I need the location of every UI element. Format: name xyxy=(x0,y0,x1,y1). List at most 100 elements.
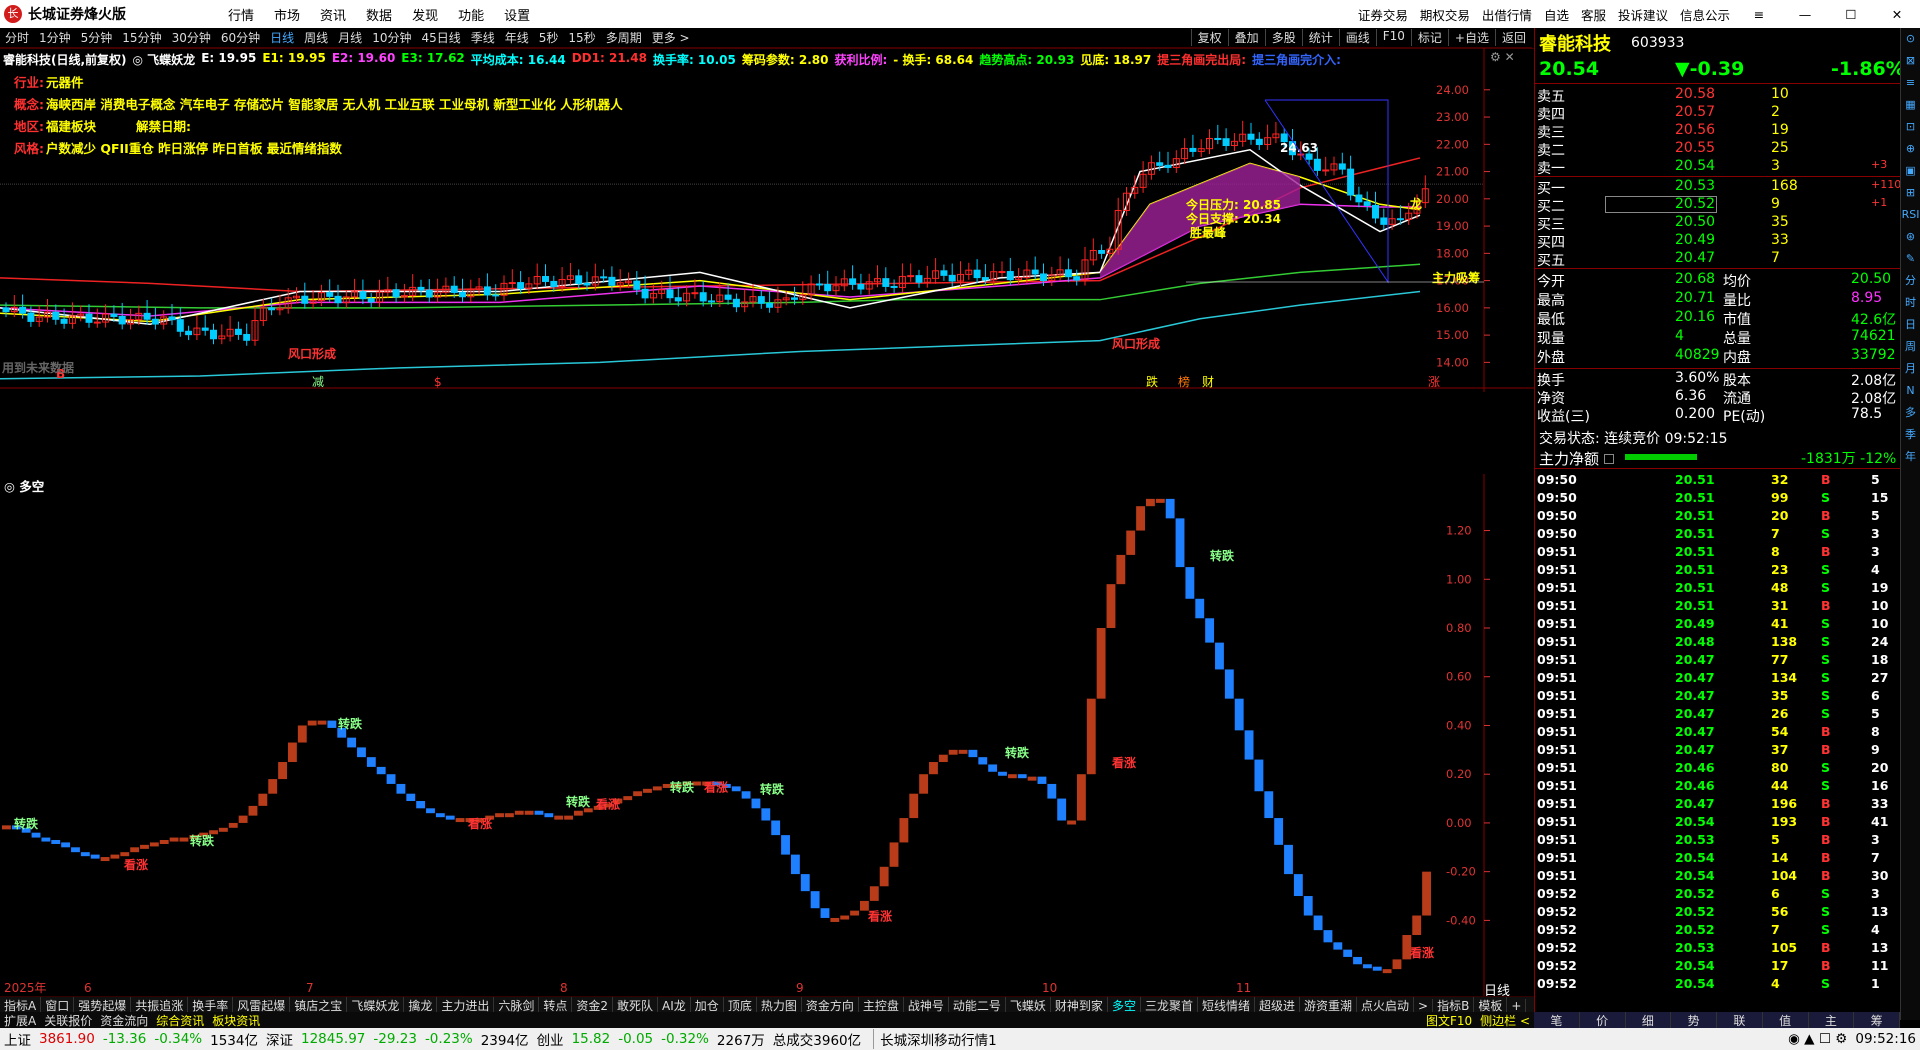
period-4[interactable]: 30分钟 xyxy=(172,29,211,46)
tick-row[interactable]: 09:51 20.47 35 S 6 xyxy=(1535,688,1901,706)
right-menu-6[interactable]: 信息公示 xyxy=(1680,5,1730,24)
tool-1[interactable]: 叠加 xyxy=(1227,29,1265,46)
tick-row[interactable]: 09:52 20.52 6 S 3 xyxy=(1535,886,1901,904)
period-3[interactable]: 15分钟 xyxy=(122,29,161,46)
period-14[interactable]: 15秒 xyxy=(568,29,595,46)
tick-row[interactable]: 09:51 20.47 26 S 5 xyxy=(1535,706,1901,724)
tick-row[interactable]: 09:52 20.54 4 S 1 xyxy=(1535,976,1901,994)
period-12[interactable]: 年线 xyxy=(505,29,529,46)
sidebar-icon-1[interactable]: ⊠ xyxy=(1901,50,1920,72)
period-5[interactable]: 60分钟 xyxy=(221,29,260,46)
sidebar-icon-13[interactable]: 日 xyxy=(1901,314,1920,336)
tool-6[interactable]: 标记 xyxy=(1410,29,1448,46)
tool-4[interactable]: 画线 xyxy=(1338,29,1376,46)
ext-tab-2[interactable]: 资金流向 xyxy=(96,1012,152,1029)
tick-row[interactable]: 09:50 20.51 32 B 5 xyxy=(1535,472,1901,490)
sh-label[interactable]: 上证 xyxy=(4,1029,31,1049)
tick-row[interactable]: 09:50 20.51 20 B 5 xyxy=(1535,508,1901,526)
rp-tab-2[interactable]: 细 xyxy=(1626,1012,1672,1028)
sidebar-icon-5[interactable]: ⊕ xyxy=(1901,138,1920,160)
sidebar-icon-12[interactable]: 时 xyxy=(1901,292,1920,314)
tick-row[interactable]: 09:50 20.51 7 S 3 xyxy=(1535,526,1901,544)
tick-row[interactable]: 09:51 20.54 14 B 7 xyxy=(1535,850,1901,868)
tick-row[interactable]: 09:51 20.51 8 B 3 xyxy=(1535,544,1901,562)
right-menu-3[interactable]: 自选 xyxy=(1544,5,1569,24)
right-menu-2[interactable]: 出借行情 xyxy=(1482,5,1532,24)
period-9[interactable]: 10分钟 xyxy=(372,29,411,46)
sidebar-icon-10[interactable]: ✎ xyxy=(1901,248,1920,270)
menu-3[interactable]: 数据 xyxy=(366,9,392,24)
right-menu-5[interactable]: 投诉建议 xyxy=(1618,5,1668,24)
sidebar-icon-14[interactable]: 周 xyxy=(1901,336,1920,358)
tick-row[interactable]: 09:51 20.47 54 B 8 xyxy=(1535,724,1901,742)
tick-row[interactable]: 09:51 20.53 5 B 3 xyxy=(1535,832,1901,850)
sidebar-icon-2[interactable]: ≡ xyxy=(1901,72,1920,94)
close-icon[interactable]: ✕ xyxy=(1880,7,1914,22)
sidebar-icon-0[interactable]: ⊙ xyxy=(1901,28,1920,50)
tick-row[interactable]: 09:51 20.46 80 S 20 xyxy=(1535,760,1901,778)
tick-row[interactable]: 09:52 20.54 17 B 11 xyxy=(1535,958,1901,976)
tick-row[interactable]: 09:51 20.47 37 B 9 xyxy=(1535,742,1901,760)
tool-5[interactable]: F10 xyxy=(1375,29,1411,46)
menu-1[interactable]: 市场 xyxy=(274,9,300,24)
tool-0[interactable]: 复权 xyxy=(1190,29,1228,46)
tab-30[interactable]: > xyxy=(1414,998,1434,1013)
tick-row[interactable]: 09:51 20.51 48 S 19 xyxy=(1535,580,1901,598)
cy-label[interactable]: 创业 xyxy=(537,1029,564,1049)
maximize-icon[interactable]: ☐ xyxy=(1834,7,1868,22)
tick-row[interactable]: 09:51 20.48 138 S 24 xyxy=(1535,634,1901,652)
ext-tab-4[interactable]: 板块资讯 xyxy=(208,1012,264,1029)
tab-33[interactable]: + xyxy=(1507,998,1527,1013)
ext-tab-1[interactable]: 关联报价 xyxy=(40,1012,96,1029)
ext-tab-3[interactable]: 综合资讯 xyxy=(152,1012,208,1029)
sidebar-icon-6[interactable]: ▣ xyxy=(1901,160,1920,182)
period-8[interactable]: 月线 xyxy=(338,29,362,46)
tool-3[interactable]: 统计 xyxy=(1301,29,1339,46)
tool-2[interactable]: 多股 xyxy=(1264,29,1302,46)
sidebar-icon-3[interactable]: ▦ xyxy=(1901,94,1920,116)
rp-tab-4[interactable]: 联 xyxy=(1717,1012,1763,1028)
tick-row[interactable]: 09:52 20.53 105 B 13 xyxy=(1535,940,1901,958)
sidebar-icon-4[interactable]: ⊡ xyxy=(1901,116,1920,138)
feed-name[interactable]: 长城深圳移动行情1 xyxy=(873,1029,997,1049)
tick-row[interactable]: 09:51 20.46 44 S 16 xyxy=(1535,778,1901,796)
tick-row[interactable]: 09:51 20.49 41 S 10 xyxy=(1535,616,1901,634)
period-2[interactable]: 5分钟 xyxy=(81,29,113,46)
header-gear-icon[interactable]: ⚙ ✕ xyxy=(1490,50,1515,64)
rp-tab-5[interactable]: 值 xyxy=(1763,1012,1809,1028)
tick-row[interactable]: 09:51 20.54 193 B 41 xyxy=(1535,814,1901,832)
sidebar-icon-7[interactable]: ⊞ xyxy=(1901,182,1920,204)
menu-6[interactable]: 设置 xyxy=(504,9,530,24)
sidebar-icon-8[interactable]: RSI xyxy=(1901,204,1920,226)
minimize-icon[interactable]: — xyxy=(1788,7,1822,22)
tool-8[interactable]: 返回 xyxy=(1494,29,1532,46)
rp-tab-6[interactable]: 主 xyxy=(1809,1012,1855,1028)
rp-tab-3[interactable]: 势 xyxy=(1671,1012,1717,1028)
rp-tab-7[interactable]: 筹 xyxy=(1854,1012,1900,1028)
sidebar-icon-18[interactable]: 季 xyxy=(1901,424,1920,446)
menu-2[interactable]: 资讯 xyxy=(320,9,346,24)
duokong-indicator-chart[interactable]: 1.20 1.00 0.80 0.60 0.40 0.20 0.00 -0.20 -0.40 转跌… xyxy=(0,474,1534,996)
menu-5[interactable]: 功能 xyxy=(458,9,484,24)
ext-right-0[interactable]: 图文F10 xyxy=(1422,1012,1476,1029)
period-11[interactable]: 季线 xyxy=(471,29,495,46)
menu-4[interactable]: 发现 xyxy=(412,9,438,24)
ext-tab-0[interactable]: 扩展A xyxy=(0,1012,40,1029)
period-6[interactable]: 日线 xyxy=(270,29,294,46)
tick-row[interactable]: 09:51 20.54 104 B 30 xyxy=(1535,868,1901,886)
tick-row[interactable]: 09:52 20.52 7 S 4 xyxy=(1535,922,1901,940)
sidebar-icon-16[interactable]: N xyxy=(1901,380,1920,402)
sidebar-icon-17[interactable]: 多 xyxy=(1901,402,1920,424)
rp-tab-1[interactable]: 价 xyxy=(1580,1012,1626,1028)
sidebar-icon-19[interactable]: 年 xyxy=(1901,446,1920,468)
menu-0[interactable]: 行情 xyxy=(228,9,254,24)
sz-label[interactable]: 深证 xyxy=(266,1029,293,1049)
period-13[interactable]: 5秒 xyxy=(539,29,559,46)
tool-7[interactable]: +自选 xyxy=(1447,29,1495,46)
period-15[interactable]: 多周期 xyxy=(606,29,642,46)
right-menu-4[interactable]: 客服 xyxy=(1581,5,1606,24)
right-menu-1[interactable]: 期权交易 xyxy=(1420,5,1470,24)
sidebar-icon-9[interactable]: ⊛ xyxy=(1901,226,1920,248)
tick-row[interactable]: 09:51 20.47 77 S 18 xyxy=(1535,652,1901,670)
rp-tab-0[interactable]: 笔 xyxy=(1534,1012,1580,1028)
